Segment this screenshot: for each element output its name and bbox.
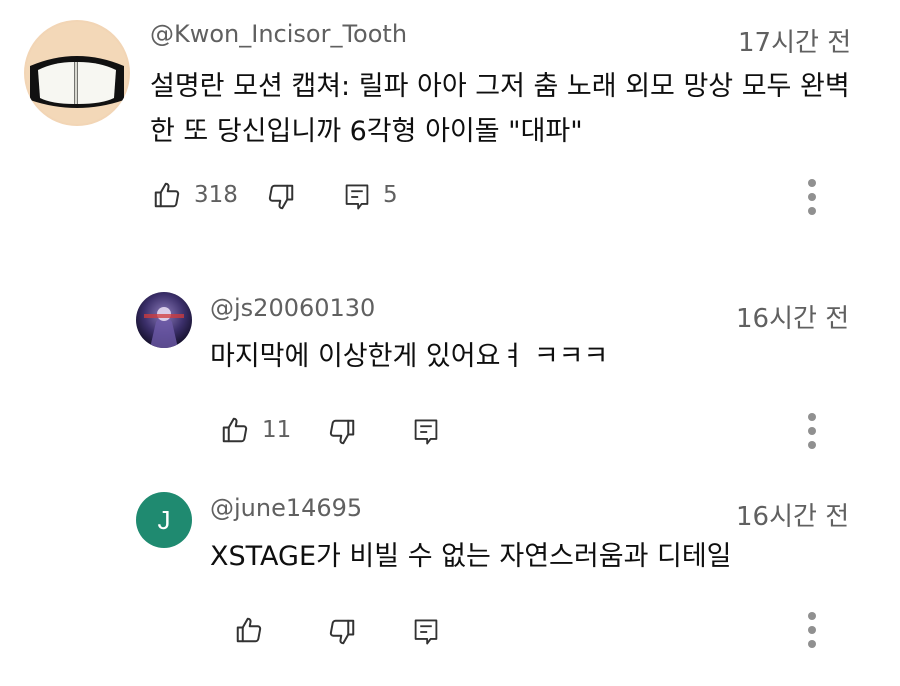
comment-time[interactable]: 17시간 전 (738, 22, 851, 59)
avatar[interactable]: J (136, 492, 192, 548)
game-character-avatar-icon (136, 292, 192, 348)
reply-icon (414, 419, 438, 445)
avatar[interactable] (24, 20, 130, 126)
reply-count[interactable]: 5 (383, 182, 398, 208)
comment-author[interactable]: @june14695 (210, 494, 362, 522)
reply-button[interactable] (412, 415, 440, 449)
like-count: 318 (194, 182, 238, 208)
comment-time[interactable]: 16시간 전 (736, 496, 849, 533)
comments-page: @Kwon_Incisor_Tooth 17시간 전 설명란 모션 캡쳐: 릴파… (0, 0, 900, 686)
reply-button[interactable] (412, 615, 440, 649)
comment-text: 마지막에 이상한게 있어요ㅕ ㅋㅋㅋ (210, 341, 609, 372)
avatar[interactable] (136, 292, 192, 348)
comment-author[interactable]: @js20060130 (210, 294, 375, 322)
thumbs-down-icon (329, 619, 355, 645)
reply-icon (414, 619, 438, 645)
comment-author[interactable]: @Kwon_Incisor_Tooth (150, 20, 407, 48)
reply-button[interactable] (343, 180, 371, 214)
thumbs-up-icon (236, 617, 262, 643)
comment-text: 설명란 모션 캡쳐: 릴파 아아 그저 춤 노래 외모 망상 모두 완벽한 또 … (150, 71, 850, 147)
thumbs-down-icon (329, 419, 355, 445)
reply-icon (345, 184, 369, 210)
like-button[interactable] (234, 613, 264, 647)
dislike-button[interactable] (266, 180, 296, 214)
more-vert-icon[interactable] (807, 179, 817, 215)
like-button[interactable] (220, 413, 250, 447)
thumbs-down-icon (268, 184, 294, 210)
dislike-button[interactable] (327, 415, 357, 449)
more-vert-icon[interactable] (807, 413, 817, 449)
more-vert-icon[interactable] (807, 612, 817, 648)
thumbs-up-icon (154, 182, 180, 208)
comment-text: XSTAGE가 비빌 수 없는 자연스러움과 디테일 (210, 541, 732, 572)
comment-time[interactable]: 16시간 전 (736, 298, 849, 335)
like-button[interactable] (152, 178, 182, 212)
thumbs-up-icon (222, 417, 248, 443)
like-count: 11 (262, 417, 292, 443)
teeth-avatar-icon (26, 22, 128, 124)
dislike-button[interactable] (327, 615, 357, 649)
